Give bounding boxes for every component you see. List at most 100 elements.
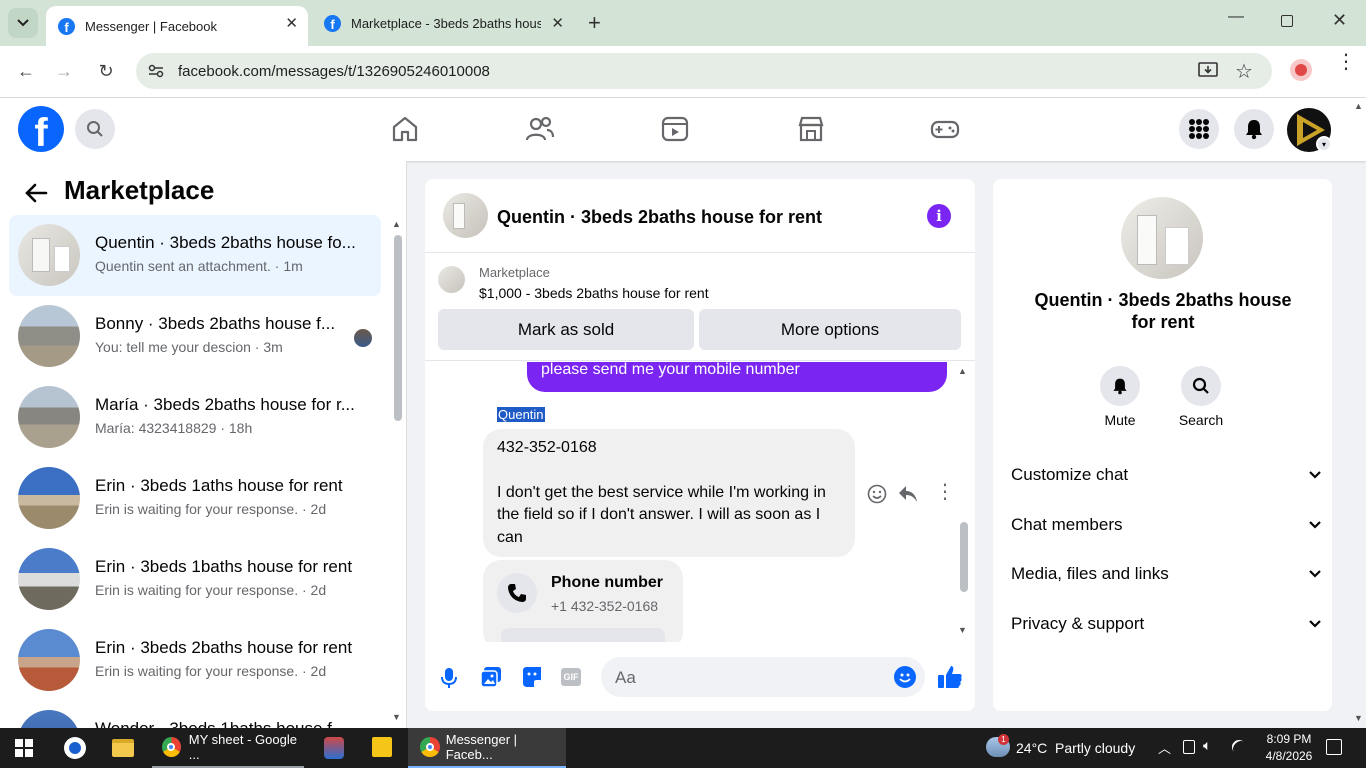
app-icon[interactable] — [324, 737, 344, 759]
scroll-down-arrow[interactable]: ▼ — [392, 712, 401, 722]
emoji-icon[interactable] — [894, 666, 916, 688]
page-scroll-down-arrow[interactable]: ▼ — [1354, 713, 1363, 723]
new-tab-button[interactable]: + — [588, 10, 601, 36]
conversation-name: Wonder · 3beds 1baths house f... — [95, 719, 365, 728]
scrollbar-thumb[interactable] — [394, 235, 402, 421]
reply-icon[interactable] — [898, 485, 918, 503]
network-icon[interactable] — [1183, 740, 1195, 754]
more-actions-icon[interactable]: ⋮ — [935, 482, 955, 502]
tab-title: Marketplace - 3beds 2baths house — [351, 15, 541, 31]
friends-icon[interactable] — [525, 114, 555, 144]
marketplace-icon[interactable] — [796, 114, 826, 144]
windows-start-icon[interactable] — [15, 739, 33, 757]
search-label: Search — [1178, 412, 1224, 428]
listing-thumbnail[interactable] — [438, 266, 465, 293]
conversation-item[interactable]: Quentin · 3beds 2baths house fo... Quent… — [9, 215, 381, 296]
phone-card-title: Phone number — [551, 574, 664, 591]
scroll-up-arrow[interactable]: ▲ — [958, 366, 967, 376]
conversation-item[interactable]: Erin · 3beds 1aths house for rent Erin i… — [9, 458, 381, 539]
back-arrow-icon[interactable] — [24, 182, 48, 204]
reload-icon[interactable]: ↻ — [95, 60, 117, 82]
phone-number-card[interactable]: Phone number +1 432-352-0168 — [483, 560, 683, 642]
weather-text[interactable]: 24°C Partly cloudy — [1016, 728, 1135, 768]
react-emoji-icon[interactable] — [867, 484, 887, 504]
install-app-icon[interactable] — [1198, 62, 1218, 80]
profile-picture[interactable] — [1121, 197, 1203, 279]
facebook-logo[interactable]: f — [18, 106, 64, 152]
message-input[interactable]: Aa — [601, 657, 925, 697]
minimize-button[interactable]: — — [1228, 8, 1244, 26]
address-bar[interactable]: facebook.com/messages/t/1326905246010008 — [136, 53, 1272, 89]
browser-menu-icon[interactable]: ⋮ — [1336, 52, 1356, 72]
scrollbar-thumb[interactable] — [960, 522, 968, 592]
microphone-icon[interactable] — [441, 667, 457, 689]
tab-title: Messenger | Facebook — [85, 18, 217, 34]
chat-members-section[interactable]: Chat members — [1011, 515, 1321, 535]
conversation-item[interactable]: Bonny · 3beds 2baths house f... You: tel… — [9, 296, 381, 377]
clock-date[interactable]: 4/8/2026 — [1256, 749, 1322, 763]
notifications-center-icon[interactable] — [1326, 739, 1342, 755]
scroll-up-arrow[interactable]: ▲ — [392, 219, 401, 229]
chat-avatar[interactable] — [443, 193, 488, 238]
like-thumb-icon[interactable] — [937, 664, 963, 690]
customize-chat-section[interactable]: Customize chat — [1011, 465, 1321, 485]
mark-as-sold-button[interactable]: Mark as sold — [438, 309, 694, 350]
scroll-down-arrow[interactable]: ▼ — [958, 625, 967, 635]
wifi-icon[interactable] — [1229, 737, 1249, 757]
photo-icon[interactable] — [480, 666, 502, 688]
conversation-item[interactable]: Wonder · 3beds 1baths house f... — [9, 701, 381, 728]
listing-thumbnail — [18, 305, 80, 367]
file-explorer-icon[interactable] — [112, 739, 134, 757]
gaming-icon[interactable] — [930, 114, 960, 144]
conversation-item[interactable]: Erin · 3beds 2baths house for rent Erin … — [9, 620, 381, 701]
listing-title[interactable]: $1,000 - 3beds 2baths house for rent — [479, 285, 709, 301]
section-label: Chat members — [1011, 515, 1123, 534]
notification-badge: 1 — [998, 734, 1009, 745]
menu-button[interactable] — [1179, 109, 1219, 149]
volume-icon[interactable]: 🔈︎ — [1203, 737, 1211, 754]
search-icon — [87, 121, 103, 137]
chevron-down-icon — [17, 19, 29, 27]
media-files-links-section[interactable]: Media, files and links — [1011, 564, 1321, 584]
clock-time[interactable]: 8:09 PM — [1260, 732, 1318, 746]
conversation-preview: Erin is waiting for your response. · 2d — [95, 582, 327, 598]
chat-title[interactable]: Quentin · 3beds 2baths house for rent — [497, 207, 822, 228]
conversation-item[interactable]: María · 3beds 2baths house for r... Marí… — [9, 377, 381, 458]
windows-taskbar: MY sheet - Google ... Messenger | Faceb.… — [0, 728, 1366, 768]
privacy-support-section[interactable]: Privacy & support — [1011, 614, 1321, 634]
site-settings-icon[interactable] — [148, 63, 164, 79]
video-icon[interactable] — [660, 114, 690, 144]
mute-button[interactable] — [1100, 366, 1140, 406]
chevron-down-icon — [1309, 521, 1321, 529]
outgoing-message: please send me your mobile number — [527, 362, 947, 392]
section-label: Customize chat — [1011, 465, 1129, 484]
show-hidden-icons[interactable]: ︿ — [1158, 738, 1171, 757]
page-scroll-up-arrow[interactable]: ▲ — [1354, 101, 1363, 111]
sticky-notes-icon[interactable] — [372, 737, 392, 757]
profile-avatar[interactable] — [1290, 59, 1312, 81]
search-conversation-button[interactable] — [1181, 366, 1221, 406]
maximize-button[interactable] — [1281, 15, 1293, 27]
more-options-button[interactable]: More options — [699, 309, 961, 350]
close-tab-icon[interactable]: ✕ — [551, 14, 564, 32]
search-taskbar-icon[interactable] — [64, 737, 86, 759]
tab-messenger[interactable]: f Messenger | Facebook ✕ — [46, 6, 308, 46]
search-button[interactable] — [75, 109, 115, 149]
info-icon[interactable]: i — [927, 204, 951, 228]
conversation-item[interactable]: Erin · 3beds 1baths house for rent Erin … — [9, 539, 381, 620]
sticker-icon[interactable] — [521, 666, 543, 688]
close-window-button[interactable]: ✕ — [1332, 10, 1347, 31]
bookmark-star-icon[interactable]: ☆ — [1235, 59, 1253, 84]
notifications-button[interactable] — [1234, 109, 1274, 149]
account-chevron-icon[interactable]: ▾ — [1316, 136, 1332, 152]
tab-search-button[interactable] — [8, 8, 38, 38]
close-tab-icon[interactable]: ✕ — [285, 14, 298, 32]
gif-icon[interactable]: GIF — [561, 668, 581, 686]
taskbar-app-messenger[interactable]: Messenger | Faceb... — [408, 728, 566, 768]
tab-marketplace[interactable]: f Marketplace - 3beds 2baths house ✕ — [312, 6, 574, 40]
forward-arrow-icon[interactable]: → — [53, 60, 75, 82]
back-arrow-icon[interactable]: ← — [15, 60, 37, 82]
taskbar-app-sheets[interactable]: MY sheet - Google ... — [152, 728, 304, 768]
home-icon[interactable] — [390, 114, 420, 144]
grid-menu-icon — [1189, 119, 1209, 139]
